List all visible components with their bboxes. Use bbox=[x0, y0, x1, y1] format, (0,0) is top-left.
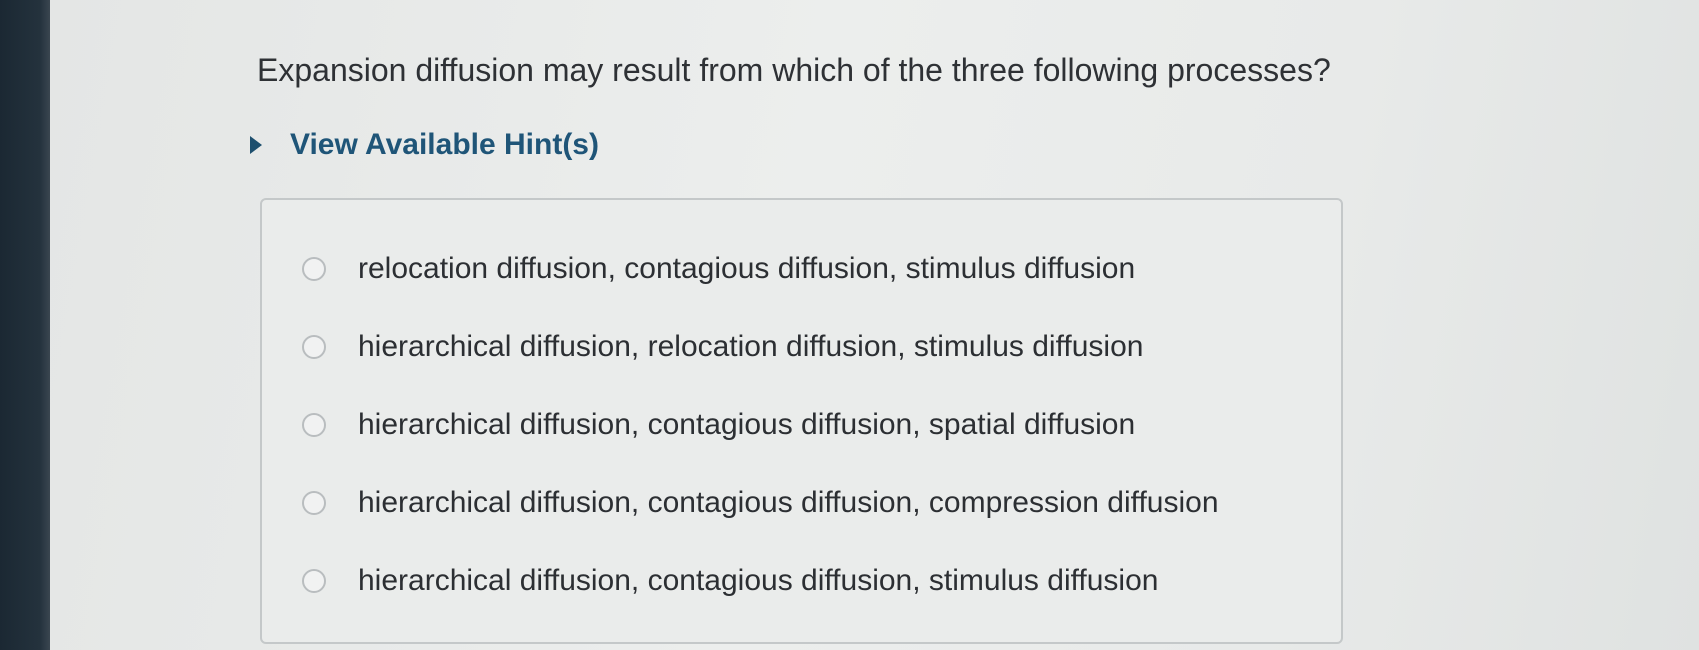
question-panel: Expansion diffusion may result from whic… bbox=[50, 0, 1699, 650]
answer-option-5[interactable]: hierarchical diffusion, contagious diffu… bbox=[302, 564, 1158, 598]
radio-button[interactable] bbox=[302, 569, 326, 593]
view-hints-toggle[interactable]: View Available Hint(s) bbox=[250, 128, 599, 162]
radio-button[interactable] bbox=[302, 257, 326, 281]
answer-option-4[interactable]: hierarchical diffusion, contagious diffu… bbox=[302, 486, 1219, 520]
answer-option-label: hierarchical diffusion, contagious diffu… bbox=[358, 408, 1136, 441]
screen-bezel bbox=[0, 0, 50, 650]
answer-option-1[interactable]: relocation diffusion, contagious diffusi… bbox=[302, 252, 1135, 286]
answer-options-box: relocation diffusion, contagious diffusi… bbox=[260, 198, 1343, 644]
answer-option-2[interactable]: hierarchical diffusion, relocation diffu… bbox=[302, 330, 1143, 364]
answer-option-label: hierarchical diffusion, relocation diffu… bbox=[358, 330, 1144, 363]
radio-button[interactable] bbox=[302, 413, 326, 437]
radio-button[interactable] bbox=[302, 335, 326, 359]
answer-option-3[interactable]: hierarchical diffusion, contagious diffu… bbox=[302, 408, 1135, 442]
triangle-right-icon bbox=[250, 136, 262, 154]
answer-option-label: relocation diffusion, contagious diffusi… bbox=[358, 252, 1136, 285]
radio-button[interactable] bbox=[302, 491, 326, 515]
view-hints-label: View Available Hint(s) bbox=[290, 128, 599, 161]
question-text: Expansion diffusion may result from whic… bbox=[257, 52, 1331, 88]
answer-option-label: hierarchical diffusion, contagious diffu… bbox=[358, 486, 1219, 519]
answer-option-label: hierarchical diffusion, contagious diffu… bbox=[358, 564, 1159, 597]
